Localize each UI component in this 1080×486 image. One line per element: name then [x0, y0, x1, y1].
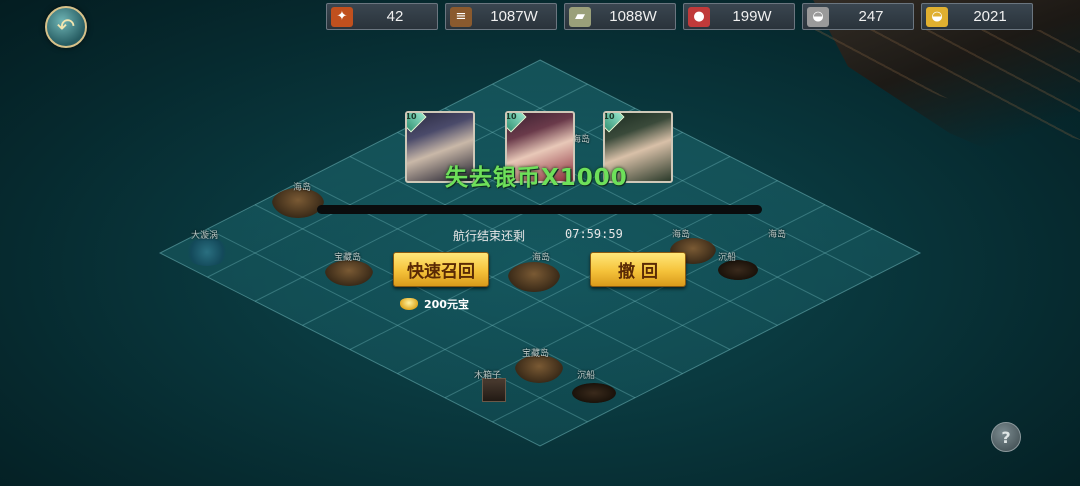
resource-silver: ◒ 247	[802, 3, 914, 30]
retreat-button[interactable]: 撤 回	[590, 252, 686, 287]
resource-value: 247	[858, 8, 884, 25]
wood-icon: ≡	[450, 6, 472, 27]
resource-meat: ● 199W	[683, 3, 795, 30]
map-label: 宝藏岛	[522, 349, 550, 359]
resource-value: 199W	[732, 8, 772, 25]
map-label: 海岛	[293, 183, 312, 193]
shipwreck-1[interactable]	[718, 260, 758, 280]
quick-recall-button[interactable]: 快速召回	[393, 252, 489, 287]
meat-icon: ●	[688, 6, 710, 27]
timer-value: 07:59:59	[565, 227, 623, 241]
timer-label: 航行结束还剩	[453, 229, 526, 243]
resource-value: 1087W	[490, 8, 538, 25]
resource-gold: ◒ 2021	[921, 3, 1033, 30]
resource-value: 1088W	[609, 8, 657, 25]
whirlpool-icon[interactable]	[184, 238, 230, 266]
map-label: 海岛	[768, 230, 787, 240]
wooden-chest-icon[interactable]	[482, 378, 506, 402]
map-label: 沉船	[577, 371, 596, 381]
resource-value: 2021	[973, 8, 1007, 25]
cost-text: 200元宝	[424, 298, 469, 311]
map-label: 沉船	[718, 253, 737, 263]
gold-ingot-icon: ◒	[926, 6, 948, 27]
resource-stone: ▰ 1088W	[564, 3, 676, 30]
map-label: 海岛	[672, 230, 691, 240]
treasure-island-1[interactable]	[325, 260, 373, 286]
sea-grid	[158, 59, 922, 447]
resource-wood: ≡ 1087W	[445, 3, 557, 30]
treasure-island-2[interactable]	[515, 355, 563, 383]
lose-silver-message: 失去银币X1000	[445, 165, 628, 191]
map-label: 木箱子	[474, 371, 502, 381]
back-button[interactable]: ↶	[45, 6, 87, 48]
voyage-progress-bar	[317, 205, 762, 214]
level-badge: 10	[407, 113, 427, 133]
level-badge: 10	[507, 113, 527, 133]
recall-cost: 200元宝	[400, 296, 469, 312]
stone-icon: ▰	[569, 6, 591, 27]
gold-ingot-icon	[400, 298, 418, 310]
level-badge: 10	[605, 113, 625, 133]
help-button[interactable]: ?	[991, 422, 1021, 452]
token-icon: ✦	[331, 6, 353, 27]
island-2[interactable]	[508, 262, 560, 292]
resource-value: 42	[386, 8, 404, 25]
map-label: 宝藏岛	[334, 253, 362, 263]
silver-icon: ◒	[807, 6, 829, 27]
back-arrow-icon: ↶	[56, 14, 76, 40]
map-label: 大漩涡	[191, 231, 219, 241]
resource-token: ✦ 42	[326, 3, 438, 30]
shipwreck-2[interactable]	[572, 383, 616, 403]
map-label: 海岛	[532, 253, 551, 263]
